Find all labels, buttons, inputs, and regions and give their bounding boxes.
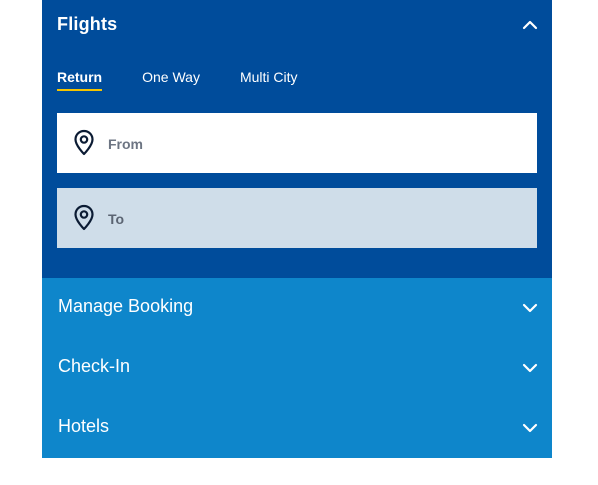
flights-panel-header[interactable]: Flights: [42, 0, 552, 50]
chevron-down-icon: [522, 423, 538, 433]
tab-return[interactable]: Return: [57, 69, 103, 91]
accordion-item-manage-booking[interactable]: Manage Booking: [42, 278, 552, 338]
accordion-item-hotels[interactable]: Hotels: [42, 398, 552, 458]
tab-multi-city[interactable]: Multi City: [240, 69, 298, 91]
tab-one-way[interactable]: One Way: [142, 69, 200, 91]
accordion-item-check-in[interactable]: Check-In: [42, 338, 552, 398]
booking-widget: Flights Return One Way Multi City From T…: [42, 0, 552, 458]
services-accordion: Manage Booking Check-In Hotels: [42, 278, 552, 458]
accordion-item-label: Hotels: [58, 416, 110, 436]
to-field[interactable]: To: [57, 188, 537, 248]
location-pin-icon: [74, 129, 94, 156]
from-field-placeholder: From: [108, 136, 143, 152]
flights-panel: Flights Return One Way Multi City From T…: [42, 0, 552, 278]
chevron-down-icon: [522, 363, 538, 373]
from-field[interactable]: From: [57, 113, 537, 173]
to-field-placeholder: To: [108, 211, 125, 227]
accordion-item-label: Check-In: [58, 356, 131, 376]
location-pin-icon: [74, 204, 94, 231]
flights-panel-title: Flights: [57, 13, 118, 34]
accordion-item-label: Manage Booking: [58, 296, 194, 316]
chevron-up-icon[interactable]: [522, 17, 538, 33]
chevron-down-icon: [522, 303, 538, 313]
trip-type-tabs: Return One Way Multi City: [42, 50, 552, 94]
